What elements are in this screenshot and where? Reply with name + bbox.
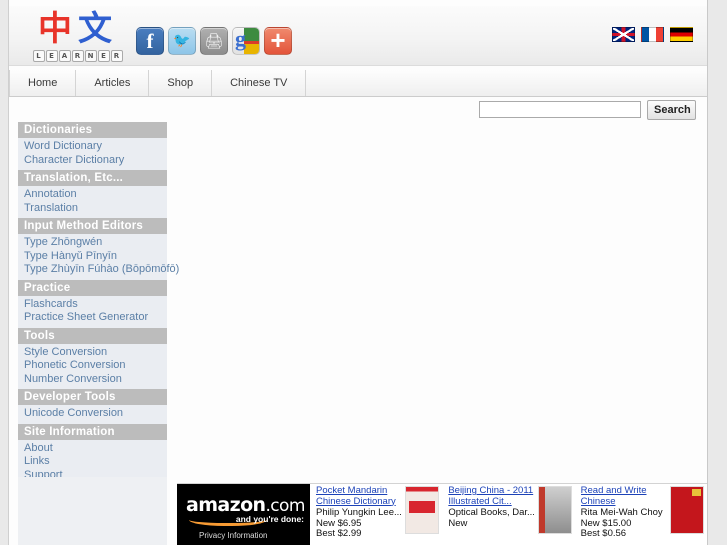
sidebar-item-character-dictionary[interactable]: Character Dictionary: [18, 154, 167, 168]
amazon-product-best-price: Best $0.56: [580, 528, 627, 539]
sidebar-item-about[interactable]: About: [18, 442, 167, 456]
sidebar-section-header: Dictionaries: [18, 122, 167, 138]
search-bar: Search: [9, 98, 707, 124]
amazon-items: Pocket Mandarin Chinese Dictionary Philip…: [310, 484, 707, 545]
logo-letter-4: N: [84, 50, 97, 62]
logo-hanzi-wen: 文: [78, 9, 118, 49]
sidebar-section-header: Practice: [18, 279, 167, 296]
site-header: 中文 LEARNER: [9, 6, 707, 66]
sidebar-section-header: Developer Tools: [18, 389, 167, 405]
sidebar-section-links: Style Conversion Phonetic Conversion Numbe…: [18, 343, 167, 389]
amazon-product-title[interactable]: Beijing China - 2011 Illustrated Cit...: [448, 486, 533, 507]
twitter-icon[interactable]: [168, 27, 196, 55]
social-share-bar: [136, 25, 296, 59]
logo-letter-1: E: [45, 50, 58, 62]
nav-item[interactable]: Home: [9, 70, 77, 96]
sidebar-item-type-zh-ngw-n[interactable]: Type Zhōngwén: [18, 236, 167, 250]
sidebar-section-header: Site Information: [18, 423, 167, 440]
sidebar: Dictionaries Word Dictionary Character Dic…: [18, 122, 179, 499]
flag-uk-icon[interactable]: [612, 27, 635, 43]
logo-letter-6: R: [110, 50, 123, 62]
logo-hanzi-zhong: 中: [38, 9, 78, 49]
sidebar-item-annotation[interactable]: Annotation: [18, 188, 167, 202]
sidebar-item-number-conversion[interactable]: Number Conversion: [18, 373, 167, 387]
language-flags: [606, 26, 693, 48]
logo-wordmark: LEARNER: [23, 50, 133, 62]
nav-link-articles[interactable]: Articles: [76, 70, 148, 96]
page-root: 中文 LEARNER HomeArticlesShopChinese TV Se…: [0, 0, 727, 545]
nav-item[interactable]: Articles: [76, 70, 150, 96]
nav-item[interactable]: Chinese TV: [212, 70, 307, 96]
sidebar-section-header: Translation, Etc...: [18, 170, 167, 186]
sidebar-item-links[interactable]: Links: [18, 455, 167, 469]
nav-item[interactable]: Shop: [149, 70, 213, 96]
sidebar-item-type-h-ny-p-ny-n[interactable]: Type Hànyǔ Pīnyīn: [18, 250, 167, 264]
sidebar-section-header: Input Method Editors: [18, 218, 167, 234]
amazon-product-cover[interactable]: [405, 486, 440, 534]
amazon-product[interactable]: Read and Write Chinese Rita Mei-Wah Choy N…: [574, 484, 707, 545]
sidebar-item-translation[interactable]: Translation: [18, 202, 167, 216]
amazon-product[interactable]: Beijing China - 2011 Illustrated Cit... O…: [442, 484, 574, 545]
nav-list: Home Articles Shop Chinese TV: [9, 70, 707, 96]
sidebar-section-links: Annotation Translation: [18, 186, 167, 218]
amazon-product-author: Philip Yungkin Lee...: [316, 507, 402, 518]
site-logo[interactable]: 中文 LEARNER: [23, 10, 133, 62]
amazon-product-author: Rita Mei-Wah Choy: [580, 507, 663, 518]
search-button[interactable]: Search: [647, 100, 696, 120]
sidebar-filler: [18, 477, 167, 545]
logo-letter-5: E: [97, 50, 110, 62]
sidebar-section-links: Type Zhōngwén Type Hànyǔ Pīnyīn Type Zhùyī…: [18, 234, 179, 280]
logo-letter-0: L: [32, 50, 45, 62]
amazon-product-title[interactable]: Read and Write Chinese: [581, 486, 666, 507]
logo-letter-2: A: [58, 50, 71, 62]
amazon-ad-strip[interactable]: amazon.com and you're done: Privacy Info…: [177, 483, 707, 545]
sidebar-item-practice-sheet-generator[interactable]: Practice Sheet Generator: [18, 311, 167, 325]
sidebar-item-style-conversion[interactable]: Style Conversion: [18, 346, 167, 360]
sidebar-item-flashcards[interactable]: Flashcards: [18, 298, 167, 312]
sidebar-item-unicode-conversion[interactable]: Unicode Conversion: [18, 407, 167, 421]
nav-link-home[interactable]: Home: [10, 70, 75, 96]
nav-link-chinese-tv[interactable]: Chinese TV: [212, 70, 305, 96]
flag-de-icon[interactable]: [670, 27, 693, 43]
addthis-icon[interactable]: [264, 25, 292, 56]
search-input[interactable]: [479, 101, 641, 118]
amazon-logo[interactable]: amazon.com and you're done: Privacy Info…: [177, 484, 310, 545]
amazon-product-best-price: Best $2.99: [316, 528, 362, 539]
amazon-product-text: Pocket Mandarin Chinese Dictionary Philip…: [316, 486, 401, 545]
amazon-product-cover[interactable]: [537, 486, 572, 534]
sidebar-item-word-dictionary[interactable]: Word Dictionary: [18, 140, 167, 154]
amazon-domain: .com: [265, 496, 305, 516]
amazon-product-text: Read and Write Chinese Rita Mei-Wah Choy N…: [581, 486, 666, 545]
main-navigation: Home Articles Shop Chinese TV: [9, 70, 707, 97]
amazon-tagline: and you're done:: [235, 514, 304, 524]
amazon-product[interactable]: Pocket Mandarin Chinese Dictionary Philip…: [310, 484, 442, 545]
sidebar-section-links: Flashcards Practice Sheet Generator: [18, 295, 167, 328]
google-plus-icon[interactable]: [232, 27, 260, 55]
logo-letter-3: R: [71, 50, 84, 62]
sidebar-item-phonetic-conversion[interactable]: Phonetic Conversion: [18, 359, 167, 373]
facebook-icon[interactable]: [136, 27, 164, 55]
amazon-product-title[interactable]: Pocket Mandarin Chinese Dictionary: [316, 486, 401, 507]
logo-hanzi: 中文: [23, 10, 133, 50]
sidebar-section-links: Unicode Conversion: [18, 405, 167, 424]
nav-link-shop[interactable]: Shop: [149, 70, 211, 96]
amazon-product-cover[interactable]: [669, 486, 704, 534]
amazon-product-new-price: New: [448, 517, 468, 529]
sidebar-item-type-zh-y-n-f-h-o-b-p-m-f[interactable]: Type Zhùyīn Fúhào (Bōpōmōfō): [18, 263, 179, 277]
amazon-product-author: Optical Books, Dar...: [448, 507, 534, 518]
print-icon[interactable]: [200, 27, 228, 55]
flag-fr-icon[interactable]: [641, 27, 664, 43]
sidebar-section-header: Tools: [18, 327, 167, 344]
sidebar-section-links: Word Dictionary Character Dictionary: [18, 138, 167, 170]
amazon-product-text: Beijing China - 2011 Illustrated Cit... O…: [448, 486, 533, 545]
amazon-privacy-link[interactable]: Privacy Information: [199, 531, 267, 540]
